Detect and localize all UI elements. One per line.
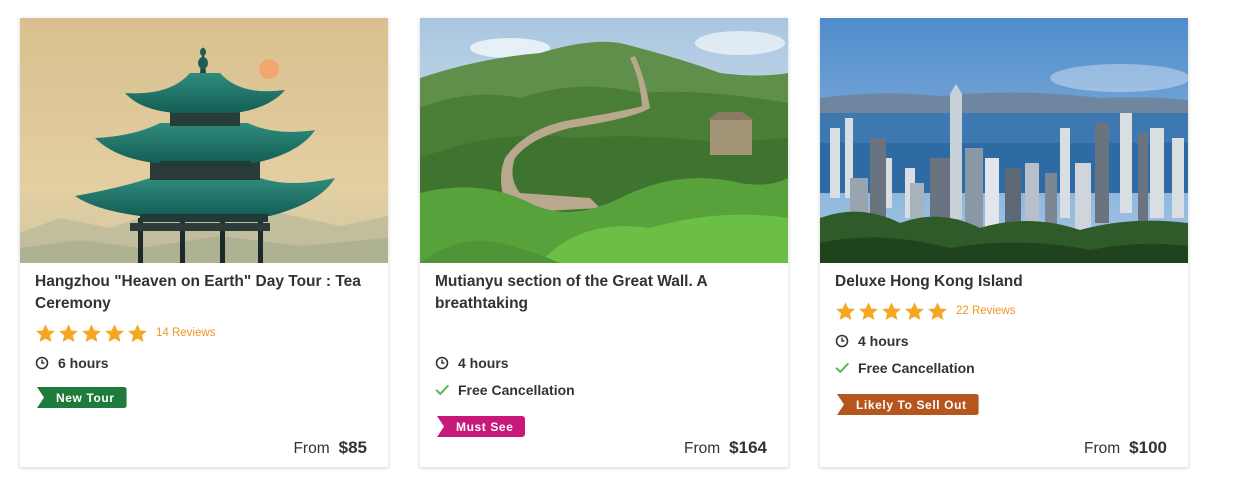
star-icon: [59, 323, 78, 342]
star-icon: [882, 301, 901, 320]
rating: 14 Reviews: [35, 322, 215, 344]
star-icon: [859, 301, 878, 320]
star-icon: [82, 323, 101, 342]
star-icon: [105, 323, 124, 342]
tour-title[interactable]: Deluxe Hong Kong Island: [835, 271, 1180, 293]
price: From $100: [1084, 438, 1167, 458]
duration: 6 hours: [35, 354, 109, 372]
tour-image-great-wall[interactable]: [420, 18, 788, 263]
star-rating: [835, 301, 948, 322]
badge-likely-to-sell-out: Likely To Sell Out: [837, 394, 979, 415]
duration-text: 6 hours: [58, 355, 109, 371]
check-icon: [835, 363, 849, 373]
price: From $85: [293, 438, 367, 458]
duration: 4 hours: [435, 354, 509, 372]
star-icon: [905, 301, 924, 320]
cancellation-text: Free Cancellation: [858, 360, 975, 376]
duration-text: 4 hours: [858, 333, 909, 349]
star-icon: [928, 301, 947, 320]
badge-must-see: Must See: [437, 416, 526, 437]
tour-card-hangzhou[interactable]: Hangzhou "Heaven on Earth" Day Tour : Te…: [20, 18, 388, 467]
cancellation-text: Free Cancellation: [458, 382, 575, 398]
star-icon: [836, 301, 855, 320]
duration: 4 hours: [835, 332, 909, 350]
clock-icon: [835, 334, 849, 348]
price-amount: $100: [1129, 438, 1167, 457]
tour-image-pagoda[interactable]: [20, 18, 388, 263]
price-amount: $85: [338, 438, 367, 457]
tour-card-mutianyu[interactable]: Mutianyu section of the Great Wall. A br…: [420, 18, 788, 467]
tour-card-hong-kong[interactable]: Deluxe Hong Kong Island 22 Reviews 4 hou…: [820, 18, 1188, 467]
price-amount: $164: [729, 438, 767, 457]
price-prefix: From: [1084, 440, 1121, 457]
clock-icon: [435, 356, 449, 370]
badge-new-tour: New Tour: [37, 387, 127, 408]
tour-title[interactable]: Hangzhou "Heaven on Earth" Day Tour : Te…: [35, 271, 380, 315]
free-cancellation: Free Cancellation: [835, 359, 975, 377]
price: From $164: [684, 438, 767, 458]
free-cancellation: Free Cancellation: [435, 381, 575, 399]
rating: 22 Reviews: [835, 300, 1015, 322]
price-prefix: From: [684, 440, 721, 457]
star-icon: [36, 323, 55, 342]
check-icon: [435, 385, 449, 395]
tour-image-hong-kong[interactable]: [820, 18, 1188, 263]
duration-text: 4 hours: [458, 355, 509, 371]
reviews-link[interactable]: 22 Reviews: [956, 305, 1015, 317]
tour-title[interactable]: Mutianyu section of the Great Wall. A br…: [435, 271, 780, 315]
star-rating: [35, 323, 148, 344]
price-prefix: From: [293, 440, 330, 457]
star-icon: [128, 323, 147, 342]
reviews-link[interactable]: 14 Reviews: [156, 327, 215, 339]
clock-icon: [35, 356, 49, 370]
